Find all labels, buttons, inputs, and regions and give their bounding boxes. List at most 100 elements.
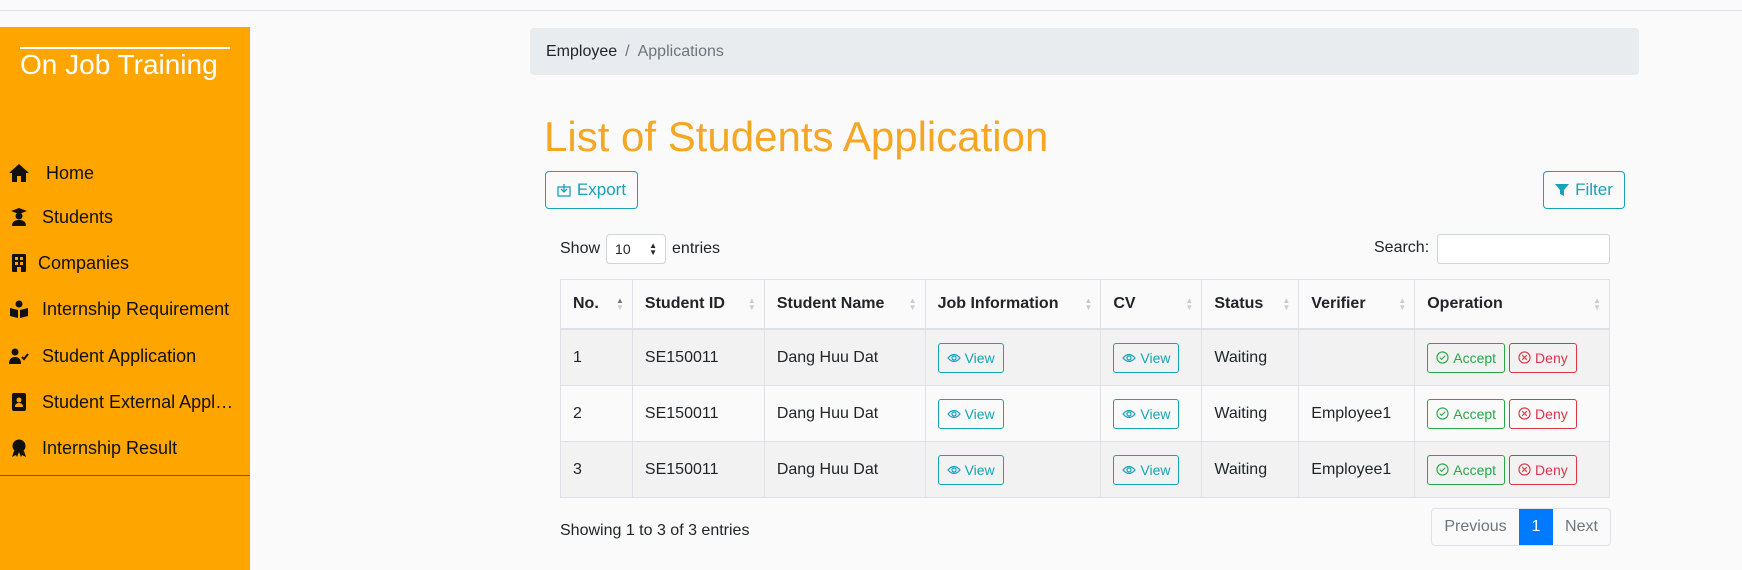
award-icon (8, 437, 30, 459)
sidebar-item-internship-requirement[interactable]: Internship Requirement (0, 289, 250, 329)
sort-icon: ▲ ▼ (1084, 296, 1093, 312)
column-header-operation[interactable]: Operation ▲ ▼ (1414, 279, 1610, 330)
pagination-page-1[interactable]: 1 (1519, 509, 1553, 545)
cell-cv: View (1100, 328, 1203, 386)
cell-job-information: View (924, 385, 1102, 442)
job-view-button[interactable]: View (937, 342, 1004, 373)
cell-cv: View (1100, 385, 1203, 442)
eye-icon (946, 409, 961, 418)
top-divider (0, 10, 1742, 11)
sort-icon: ▲ ▼ (1398, 296, 1407, 312)
entries-select[interactable]: 10 ▲ ▼ (606, 234, 667, 264)
page-title: List of Students Application (544, 113, 1049, 160)
sidebar-item-companies[interactable]: Companies (0, 243, 250, 283)
accept-button[interactable]: Accept (1427, 398, 1506, 429)
x-circle-icon (1518, 463, 1531, 476)
sidebar-item-student-external-application[interactable]: Student External Application (0, 382, 250, 422)
cell-operation: Accept Deny (1414, 441, 1610, 498)
sidebar-item-student-application[interactable]: Student Application (0, 336, 250, 376)
breadcrumb-home-link[interactable]: Employee (546, 43, 617, 61)
cell-student-id: SE150011 (631, 385, 765, 442)
cell-no: 1 (560, 328, 633, 386)
graduate-icon (8, 206, 30, 228)
building-icon (8, 252, 30, 274)
column-header-status[interactable]: Status ▲ ▼ (1201, 279, 1300, 330)
pagination-next[interactable]: Next (1553, 509, 1610, 545)
sidebar-item-students[interactable]: Students (0, 197, 250, 237)
deny-button[interactable]: Deny (1509, 398, 1577, 429)
deny-button[interactable]: Deny (1509, 454, 1577, 485)
eye-icon (1122, 353, 1137, 362)
sort-icon: ▲ ▼ (1185, 296, 1194, 312)
search-input[interactable] (1437, 234, 1610, 264)
sort-icon: ▲ ▼ (908, 296, 917, 312)
check-circle-icon (1436, 463, 1449, 476)
applications-table: No. ▲ ▼ Student ID ▲ ▼ Student Name ▲ ▼ Job In… (560, 279, 1610, 498)
deny-button[interactable]: Deny (1509, 342, 1577, 373)
check-circle-icon (1436, 351, 1449, 364)
breadcrumb-separator: / (625, 42, 630, 60)
eye-icon (1122, 465, 1137, 474)
filter-icon (1555, 183, 1575, 197)
breadcrumb-current: Applications (637, 42, 724, 60)
column-header-verifier[interactable]: Verifier ▲ ▼ (1298, 279, 1416, 330)
sort-icon: ▲ ▼ (1282, 296, 1291, 312)
search-label: Search: (1374, 239, 1430, 256)
sidebar-item-label: Internship Result (42, 437, 178, 458)
brand-title[interactable]: On Job Training (20, 49, 218, 81)
job-view-button[interactable]: View (937, 398, 1004, 429)
cell-status: Waiting (1201, 328, 1300, 386)
cv-view-button[interactable]: View (1113, 398, 1180, 429)
cell-verifier: Employee1 (1298, 441, 1416, 498)
column-header-no[interactable]: No. ▲ ▼ (560, 279, 633, 330)
cell-verifier (1298, 328, 1416, 386)
sidebar-item-label: Internship Requirement (42, 298, 230, 319)
cell-student-id: SE150011 (631, 328, 765, 386)
cv-view-button[interactable]: View (1113, 342, 1180, 373)
table-row: 1 SE150011 Dang Huu Dat View View Waitin… (560, 328, 1610, 386)
sidebar: On Job Training Home Students Companies … (0, 27, 250, 570)
accept-button[interactable]: Accept (1427, 454, 1506, 485)
cell-job-information: View (924, 441, 1102, 498)
column-header-cv[interactable]: CV ▲ ▼ (1100, 279, 1203, 330)
sidebar-item-label: Student External Application (42, 391, 237, 412)
table-info: Showing 1 to 3 of 3 entries (560, 522, 750, 539)
column-header-student-name[interactable]: Student Name ▲ ▼ (763, 279, 926, 330)
sidebar-item-label: Home (46, 162, 95, 183)
x-circle-icon (1518, 351, 1531, 364)
cell-job-information: View (924, 328, 1102, 386)
cell-no: 2 (560, 385, 633, 442)
book-reader-icon (8, 298, 30, 320)
home-icon (8, 162, 30, 184)
table-header-row: No. ▲ ▼ Student ID ▲ ▼ Student Name ▲ ▼ Job In… (560, 279, 1610, 330)
filter-button[interactable]: Filter (1543, 171, 1625, 209)
column-header-student-id[interactable]: Student ID ▲ ▼ (631, 279, 765, 330)
x-circle-icon (1518, 407, 1531, 420)
job-view-button[interactable]: View (937, 454, 1004, 485)
breadcrumb: Employee / Applications (530, 28, 1639, 75)
cv-view-button[interactable]: View (1113, 454, 1180, 485)
cell-status: Waiting (1201, 385, 1300, 442)
eye-icon (946, 465, 961, 474)
show-label: Show (560, 240, 601, 257)
sort-icon: ▲ ▼ (747, 296, 756, 312)
eye-icon (946, 353, 961, 362)
select-arrows-icon: ▲ ▼ (649, 241, 658, 257)
pagination: Previous 1 Next (1431, 508, 1611, 546)
column-header-job-information[interactable]: Job Information ▲ ▼ (924, 279, 1102, 330)
cell-operation: Accept Deny (1414, 328, 1610, 386)
sidebar-item-home[interactable]: Home (0, 153, 250, 193)
sidebar-item-label: Companies (38, 252, 130, 273)
cell-verifier: Employee1 (1298, 385, 1416, 442)
cell-no: 3 (560, 441, 633, 498)
sidebar-divider (0, 475, 250, 476)
table-row: 3 SE150011 Dang Huu Dat View View Waitin… (560, 441, 1610, 498)
accept-button[interactable]: Accept (1427, 342, 1506, 373)
export-label: Export (576, 180, 627, 199)
pagination-previous[interactable]: Previous (1432, 509, 1519, 545)
export-button[interactable]: Export (545, 171, 638, 209)
filter-label: Filter (1575, 180, 1613, 199)
cell-student-name: Dang Huu Dat (763, 441, 926, 498)
table-row: 2 SE150011 Dang Huu Dat View View Waitin… (560, 385, 1610, 442)
sidebar-item-internship-result[interactable]: Internship Result (0, 428, 250, 468)
